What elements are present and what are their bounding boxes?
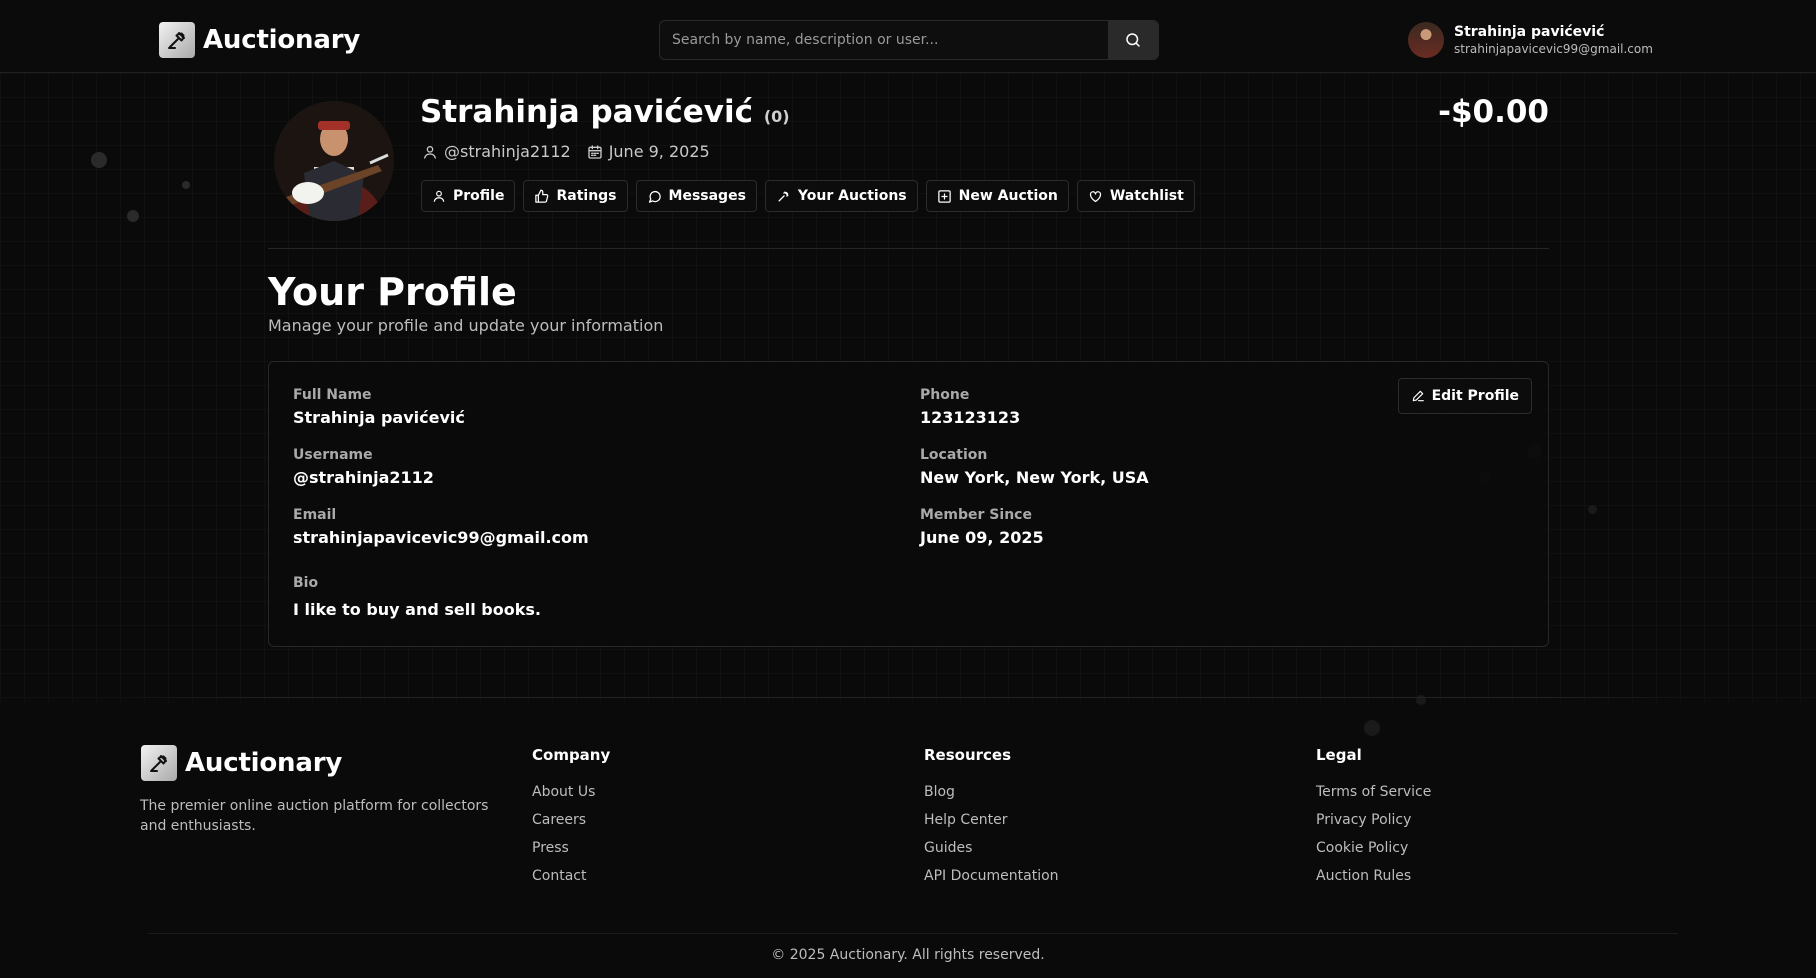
edit-profile-button[interactable]: Edit Profile bbox=[1397, 378, 1532, 414]
footer-link[interactable]: Help Center bbox=[924, 812, 1059, 829]
user-name: Strahinja pavićević bbox=[1454, 24, 1605, 40]
calendar-icon bbox=[588, 144, 602, 159]
footer-column-title: Legal bbox=[1316, 746, 1362, 764]
footer-bottom-divider bbox=[148, 933, 1678, 934]
gavel-icon bbox=[141, 745, 177, 781]
footer-brand-name: Auctionary bbox=[185, 748, 343, 778]
footer-link[interactable]: API Documentation bbox=[924, 868, 1059, 885]
search-bar bbox=[659, 20, 1159, 60]
top-navbar: Auctionary Strahinja pavićević strahinja… bbox=[0, 0, 1816, 73]
search-input[interactable] bbox=[660, 21, 1108, 59]
footer-link[interactable]: Contact bbox=[532, 868, 610, 885]
member-since-field: Member Since June 09, 2025 bbox=[920, 507, 1044, 547]
profile-details-card: Full Name Strahinja pavićević Username @… bbox=[268, 361, 1549, 647]
brand-name: Auctionary bbox=[203, 25, 361, 55]
gavel-icon bbox=[159, 22, 195, 58]
tab-ratings[interactable]: Ratings bbox=[523, 180, 628, 212]
tab-watchlist[interactable]: Watchlist bbox=[1076, 180, 1195, 212]
thumbs-up-icon bbox=[535, 189, 549, 203]
search-icon bbox=[1126, 33, 1140, 47]
user-icon bbox=[424, 145, 436, 159]
user-email: strahinjapavicevic99@gmail.com bbox=[1454, 42, 1653, 56]
footer-divider bbox=[120, 697, 1700, 698]
footer-link[interactable]: Auction Rules bbox=[1316, 868, 1431, 885]
footer-link[interactable]: Careers bbox=[532, 812, 610, 829]
heart-icon bbox=[1089, 190, 1101, 202]
bio-field: Bio I like to buy and sell books. bbox=[293, 575, 541, 619]
brand-logo[interactable]: Auctionary bbox=[159, 22, 360, 58]
footer-column-company: Company About Us Careers Press Contact bbox=[532, 746, 610, 896]
pencil-icon bbox=[1412, 390, 1424, 402]
gavel-icon bbox=[778, 191, 789, 201]
avatar bbox=[1408, 22, 1444, 58]
footer-brand-logo[interactable]: Auctionary bbox=[141, 745, 342, 781]
username-field: Username @strahinja2112 bbox=[293, 447, 434, 487]
footer-link[interactable]: Blog bbox=[924, 784, 1059, 801]
footer-column-legal: Legal Terms of Service Privacy Policy Co… bbox=[1316, 746, 1431, 896]
footer-description: The premier online auction platform for … bbox=[140, 798, 489, 834]
profile-name: Strahinja pavićević (0) bbox=[420, 94, 790, 130]
profile-meta: @strahinja2112 June 9, 2025 bbox=[422, 142, 710, 161]
user-menu[interactable]: Strahinja pavićević strahinjapavicevic99… bbox=[1408, 22, 1653, 58]
footer-column-title: Resources bbox=[924, 746, 1012, 764]
footer-link[interactable]: Privacy Policy bbox=[1316, 812, 1431, 829]
page-subtitle: Manage your profile and update your info… bbox=[268, 316, 664, 335]
email-field: Email strahinjapavicevic99@gmail.com bbox=[293, 507, 589, 547]
message-icon bbox=[648, 190, 661, 203]
profile-nav: Profile Ratings Messages Your Auctions N… bbox=[421, 180, 1195, 212]
full-name-field: Full Name Strahinja pavićević bbox=[293, 387, 465, 427]
footer-column-title: Company bbox=[532, 746, 611, 764]
location-field: Location New York, New York, USA bbox=[920, 447, 1149, 487]
footer-column-resources: Resources Blog Help Center Guides API Do… bbox=[924, 746, 1059, 896]
account-balance: -$0.00 bbox=[1438, 94, 1549, 130]
tab-new-auction[interactable]: New Auction bbox=[925, 180, 1069, 212]
footer-link[interactable]: Cookie Policy bbox=[1316, 840, 1431, 857]
footer-link[interactable]: About Us bbox=[532, 784, 610, 801]
tab-profile[interactable]: Profile bbox=[421, 180, 516, 212]
phone-field: Phone 123123123 bbox=[920, 387, 1021, 427]
search-button[interactable] bbox=[1108, 21, 1158, 59]
decorative-dot bbox=[91, 152, 107, 168]
footer-link[interactable]: Guides bbox=[924, 840, 1059, 857]
decorative-dot bbox=[1364, 720, 1380, 736]
footer-link[interactable]: Terms of Service bbox=[1316, 784, 1431, 801]
divider bbox=[268, 248, 1549, 249]
decorative-dot bbox=[1588, 505, 1597, 514]
user-icon bbox=[433, 190, 445, 202]
profile-avatar bbox=[274, 101, 394, 221]
rating-count: (0) bbox=[763, 107, 790, 126]
copyright: © 2025 Auctionary. All rights reserved. bbox=[771, 947, 1045, 963]
footer-link[interactable]: Press bbox=[532, 840, 610, 857]
profile-username: @strahinja2112 bbox=[422, 142, 571, 161]
profile-joined-date: June 9, 2025 bbox=[587, 142, 710, 161]
plus-square-icon bbox=[937, 189, 951, 203]
decorative-dot bbox=[182, 181, 190, 189]
tab-your-auctions[interactable]: Your Auctions bbox=[764, 180, 918, 212]
page-title: Your Profile bbox=[268, 270, 517, 314]
decorative-dot bbox=[127, 210, 139, 222]
tab-messages[interactable]: Messages bbox=[635, 180, 757, 212]
